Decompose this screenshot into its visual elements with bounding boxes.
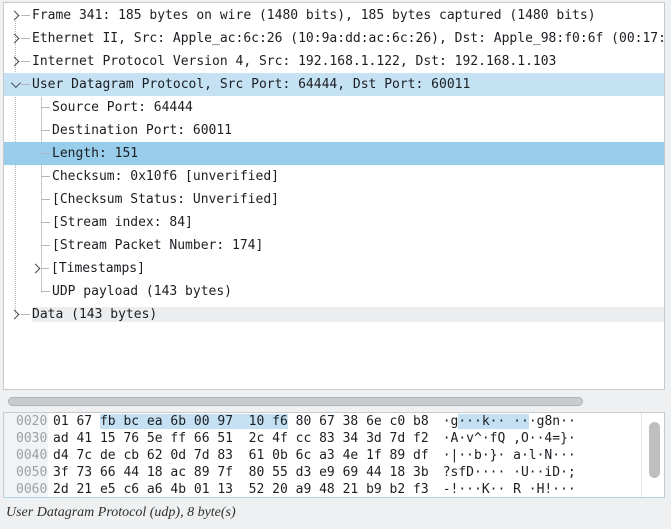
hex-row[interactable]: 0030 ad 41 15 76 5e ff 66 51 2c 4f cc 83 … <box>4 430 664 447</box>
ascii-plain[interactable]: ·g <box>443 414 459 429</box>
tree-row-label: [Stream Packet Number: 174] <box>52 238 664 253</box>
tree-row-label: Destination Port: 60011 <box>52 123 664 138</box>
hex-offset-label: 0040 <box>4 447 48 464</box>
tree-row-label: Data (143 bytes) <box>32 307 664 322</box>
tree-branch-line <box>41 199 50 200</box>
tree-row-ethernet[interactable]: Ethernet II, Src: Apple_ac:6c:26 (10:9a:… <box>4 27 664 50</box>
hex-bytes[interactable]: ad 41 15 76 5e ff 66 51 2c 4f cc 83 34 3… <box>53 431 429 446</box>
tree-row-label: User Datagram Protocol, Src Port: 64444,… <box>32 77 664 92</box>
tree-row-label: Internet Protocol Version 4, Src: 192.16… <box>32 54 664 69</box>
ascii-plain[interactable]: -!···K·· R ·H!··· <box>443 482 576 497</box>
tree-row-udp-length[interactable]: Length: 151 <box>4 142 664 165</box>
tree-row-udp[interactable]: User Datagram Protocol, Src Port: 64444,… <box>4 73 664 96</box>
horizontal-scrollbar-track[interactable] <box>3 390 665 412</box>
tree-row-label: Length: 151 <box>52 146 664 161</box>
tree-row-ipv4[interactable]: Internet Protocol Version 4, Src: 192.16… <box>4 50 664 73</box>
tree-row-udp-stream-index[interactable]: [Stream index: 84] <box>4 211 664 234</box>
hex-row[interactable]: 0020 01 67 fb bc ea 6b 00 97 10 f6 80 67 … <box>4 413 664 430</box>
hex-bytes-selected[interactable]: fb bc ea 6b 00 97 10 f6 <box>100 414 288 429</box>
status-selected-field-text: User Datagram Protocol (udp), 8 byte(s) <box>6 505 236 520</box>
packet-bytes-pane[interactable]: 0020 01 67 fb bc ea 6b 00 97 10 f6 80 67 … <box>3 412 665 498</box>
hex-row[interactable]: 0060 2d 21 e5 c6 a6 4b 01 13 52 20 a9 48 … <box>4 481 664 498</box>
packet-details-tree: Frame 341: 185 bytes on wire (1480 bits)… <box>4 3 664 326</box>
hex-bytes-plain[interactable]: 3f 73 66 44 18 ac 89 7f 80 55 d3 e9 69 4… <box>53 465 429 480</box>
hex-bytes-plain[interactable]: ad 41 15 76 5e ff 66 51 2c 4f cc 83 34 3… <box>53 431 429 446</box>
tree-row-label: Source Port: 64444 <box>52 100 664 115</box>
tree-branch-line <box>21 84 30 85</box>
chevron-right-icon[interactable] <box>10 310 20 320</box>
hex-row[interactable]: 0050 3f 73 66 44 18 ac 89 7f 80 55 d3 e9 … <box>4 464 664 481</box>
chevron-right-icon[interactable] <box>10 57 20 67</box>
tree-branch-line <box>42 268 49 269</box>
tree-branch-line <box>21 61 30 62</box>
tree-branch-line <box>21 38 30 39</box>
vertical-scrollbar-thumb[interactable] <box>649 422 660 478</box>
hex-bytes[interactable]: 3f 73 66 44 18 ac 89 7f 80 55 d3 e9 69 4… <box>53 465 429 480</box>
ascii-selected[interactable]: ···k·· ·· <box>458 414 528 429</box>
ascii-bytes[interactable]: ?sfD···· ·U··iD·; <box>443 465 576 480</box>
tree-branch-line <box>41 222 50 223</box>
tree-branch-line <box>21 314 30 315</box>
tree-branch-line <box>41 291 50 292</box>
tree-row-label: [Timestamps] <box>51 261 664 276</box>
tree-branch-line <box>41 245 50 246</box>
packet-details-pane: Frame 341: 185 bytes on wire (1480 bits)… <box>3 2 665 390</box>
chevron-right-icon[interactable] <box>31 264 41 274</box>
tree-row-udp-stream-packet-number[interactable]: [Stream Packet Number: 174] <box>4 234 664 257</box>
status-bar: User Datagram Protocol (udp), 8 byte(s) <box>0 499 671 529</box>
ascii-bytes[interactable]: ·A·v^·fQ ,O··4=}· <box>443 431 576 446</box>
hex-bytes[interactable]: 2d 21 e5 c6 a6 4b 01 13 52 20 a9 48 21 b… <box>53 482 429 497</box>
tree-branch-line <box>41 176 50 177</box>
ascii-plain[interactable]: ·A·v^·fQ ,O··4=}· <box>443 431 576 446</box>
ascii-bytes[interactable]: ·g···k·· ···g8n·· <box>443 414 576 429</box>
hex-bytes-plain[interactable]: 80 67 38 6e c0 b8 <box>288 414 429 429</box>
tree-row-label: Frame 341: 185 bytes on wire (1480 bits)… <box>32 8 664 23</box>
tree-branch-line <box>21 15 30 16</box>
ascii-bytes[interactable]: ·|··b·}· a·l·N··· <box>443 448 576 463</box>
tree-branch-line <box>41 107 50 108</box>
tree-row-udp-timestamps[interactable]: [Timestamps] <box>4 257 664 280</box>
ascii-plain[interactable]: ·g8n·· <box>529 414 576 429</box>
tree-row-udp-payload[interactable]: UDP payload (143 bytes) <box>4 280 664 303</box>
chevron-right-icon[interactable] <box>10 34 20 44</box>
tree-row-label: [Stream index: 84] <box>52 215 664 230</box>
ascii-bytes[interactable]: -!···K·· R ·H!··· <box>443 482 576 497</box>
hex-bytes-plain[interactable]: d4 7c de cb 62 0d 7d 83 61 0b 6c a3 4e 1… <box>53 448 429 463</box>
tree-row-label: [Checksum Status: Unverified] <box>52 192 664 207</box>
tree-row-data[interactable]: Data (143 bytes) <box>4 303 664 326</box>
horizontal-scrollbar-thumb[interactable] <box>8 397 583 406</box>
tree-row-frame[interactable]: Frame 341: 185 bytes on wire (1480 bits)… <box>4 4 664 27</box>
hex-row[interactable]: 0040 d4 7c de cb 62 0d 7d 83 61 0b 6c a3 … <box>4 447 664 464</box>
hex-pane-divider <box>641 413 642 497</box>
tree-row-label: Checksum: 0x10f6 [unverified] <box>52 169 664 184</box>
chevron-down-icon[interactable] <box>11 78 21 88</box>
tree-branch-line <box>41 130 50 131</box>
hex-bytes[interactable]: d4 7c de cb 62 0d 7d 83 61 0b 6c a3 4e 1… <box>53 448 429 463</box>
hex-offset-label: 0050 <box>4 464 48 481</box>
tree-row-label: UDP payload (143 bytes) <box>52 284 664 299</box>
tree-row-udp-source-port[interactable]: Source Port: 64444 <box>4 96 664 119</box>
tree-row-udp-checksum[interactable]: Checksum: 0x10f6 [unverified] <box>4 165 664 188</box>
hex-bytes-plain[interactable]: 2d 21 e5 c6 a6 4b 01 13 52 20 a9 48 21 b… <box>53 482 429 497</box>
hex-bytes-plain[interactable]: 01 67 <box>53 414 100 429</box>
tree-row-label: Ethernet II, Src: Apple_ac:6c:26 (10:9a:… <box>32 31 664 46</box>
hex-offset-label: 0020 <box>4 413 48 430</box>
tree-branch-line <box>41 153 50 154</box>
hex-offset-label: 0060 <box>4 481 48 498</box>
ascii-plain[interactable]: ?sfD···· ·U··iD·; <box>443 465 576 480</box>
ascii-plain[interactable]: ·|··b·}· a·l·N··· <box>443 448 576 463</box>
hex-offset-label: 0030 <box>4 430 48 447</box>
hex-bytes[interactable]: 01 67 fb bc ea 6b 00 97 10 f6 80 67 38 6… <box>53 414 429 429</box>
tree-row-udp-checksum-status[interactable]: [Checksum Status: Unverified] <box>4 188 664 211</box>
chevron-right-icon[interactable] <box>10 11 20 21</box>
tree-row-udp-destination-port[interactable]: Destination Port: 60011 <box>4 119 664 142</box>
